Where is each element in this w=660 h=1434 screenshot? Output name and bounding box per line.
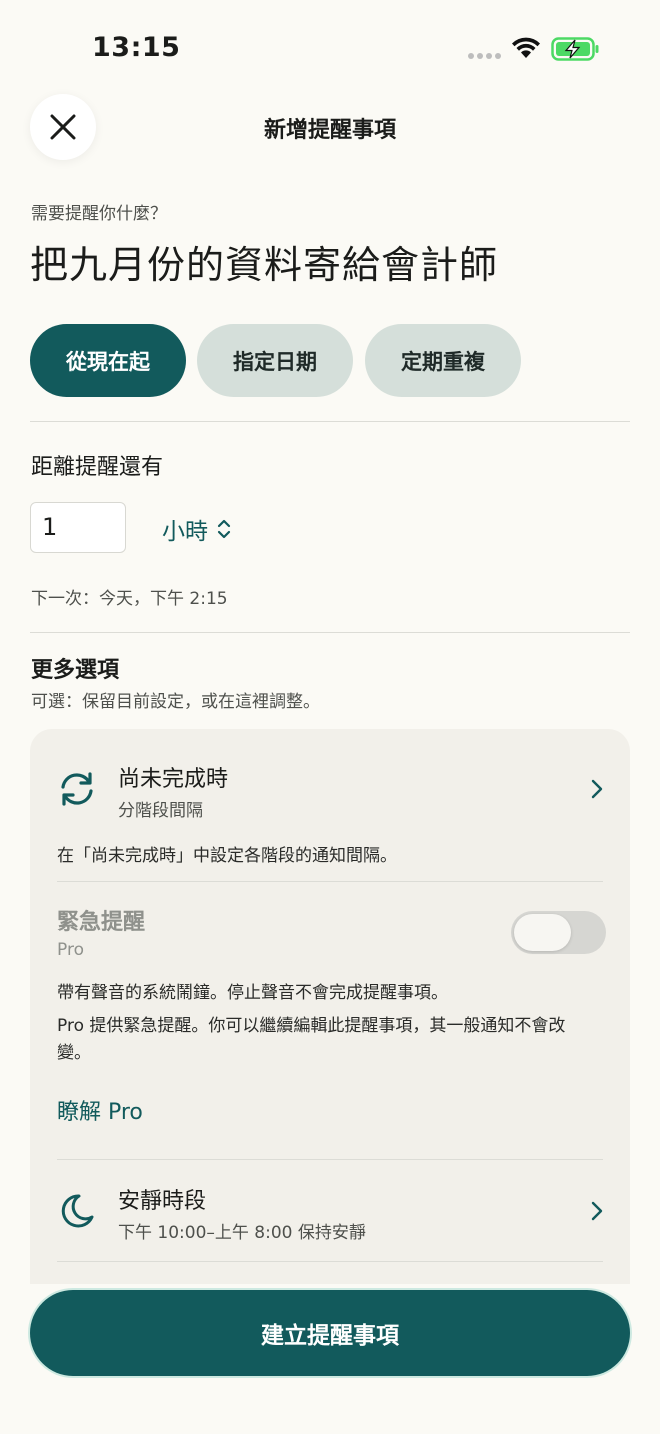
divider [57, 1159, 603, 1160]
pro-badge: Pro [57, 940, 84, 960]
tab-repeat[interactable]: 定期重複 [365, 324, 521, 397]
more-options-title: 更多選項 [31, 658, 120, 683]
question-label: 需要提醒你什麼？ [31, 204, 167, 224]
tab-specific-date[interactable]: 指定日期 [197, 324, 353, 397]
more-options-subtitle: 可選：保留目前設定，或在這裡調整。 [31, 692, 320, 712]
divider [57, 881, 603, 882]
urgent-description: 帶有聲音的系統鬧鐘。停止聲音不會完成提醒事項。 [57, 983, 448, 1003]
tab-from-now[interactable]: 從現在起 [30, 324, 186, 397]
unit-label: 小時 [162, 519, 208, 545]
next-occurrence: 下一次：今天，下午 2:15 [31, 589, 228, 609]
page-title: 新增提醒事項 [263, 118, 396, 143]
until-done-title: 尚未完成時 [118, 767, 229, 792]
moon-icon [61, 1194, 94, 1228]
quiet-hours-title: 安靜時段 [118, 1189, 207, 1214]
repeat-cycle-icon [61, 772, 93, 806]
divider [30, 632, 630, 633]
divider [57, 1261, 603, 1262]
cellular-signal-icon [468, 53, 501, 59]
up-down-chevron-icon [217, 519, 231, 539]
until-done-subtitle: 分階段間隔 [118, 801, 203, 821]
reminder-title-input[interactable]: 把九月份的資料寄給會計師 [30, 234, 498, 289]
countdown-label: 距離提醒還有 [31, 455, 164, 480]
toggle-knob [514, 914, 571, 951]
create-reminder-button[interactable]: 建立提醒事項 [30, 1290, 630, 1376]
learn-pro-link[interactable]: 瞭解 Pro [57, 1094, 143, 1126]
urgent-reminder-title: 緊急提醒 [57, 910, 146, 935]
quiet-hours-subtitle: 下午 10:00–上午 8:00 保持安靜 [118, 1223, 366, 1243]
battery-charging-icon [551, 37, 599, 61]
divider [30, 421, 630, 422]
unit-picker[interactable]: 小時 [162, 512, 232, 546]
wifi-icon [512, 37, 540, 58]
urgent-reminder-toggle[interactable] [511, 911, 606, 954]
urgent-pro-note: Pro 提供緊急提醒。你可以繼續編輯此提醒事項，其一般通知不會改變。 [57, 1016, 566, 1063]
chevron-right-icon [591, 1201, 603, 1221]
chevron-right-icon [591, 779, 603, 799]
status-time: 13:15 [92, 32, 181, 63]
amount-input[interactable]: 1 [30, 502, 126, 553]
until-done-description: 在「尚未完成時」中設定各階段的通知間隔。 [57, 846, 397, 866]
